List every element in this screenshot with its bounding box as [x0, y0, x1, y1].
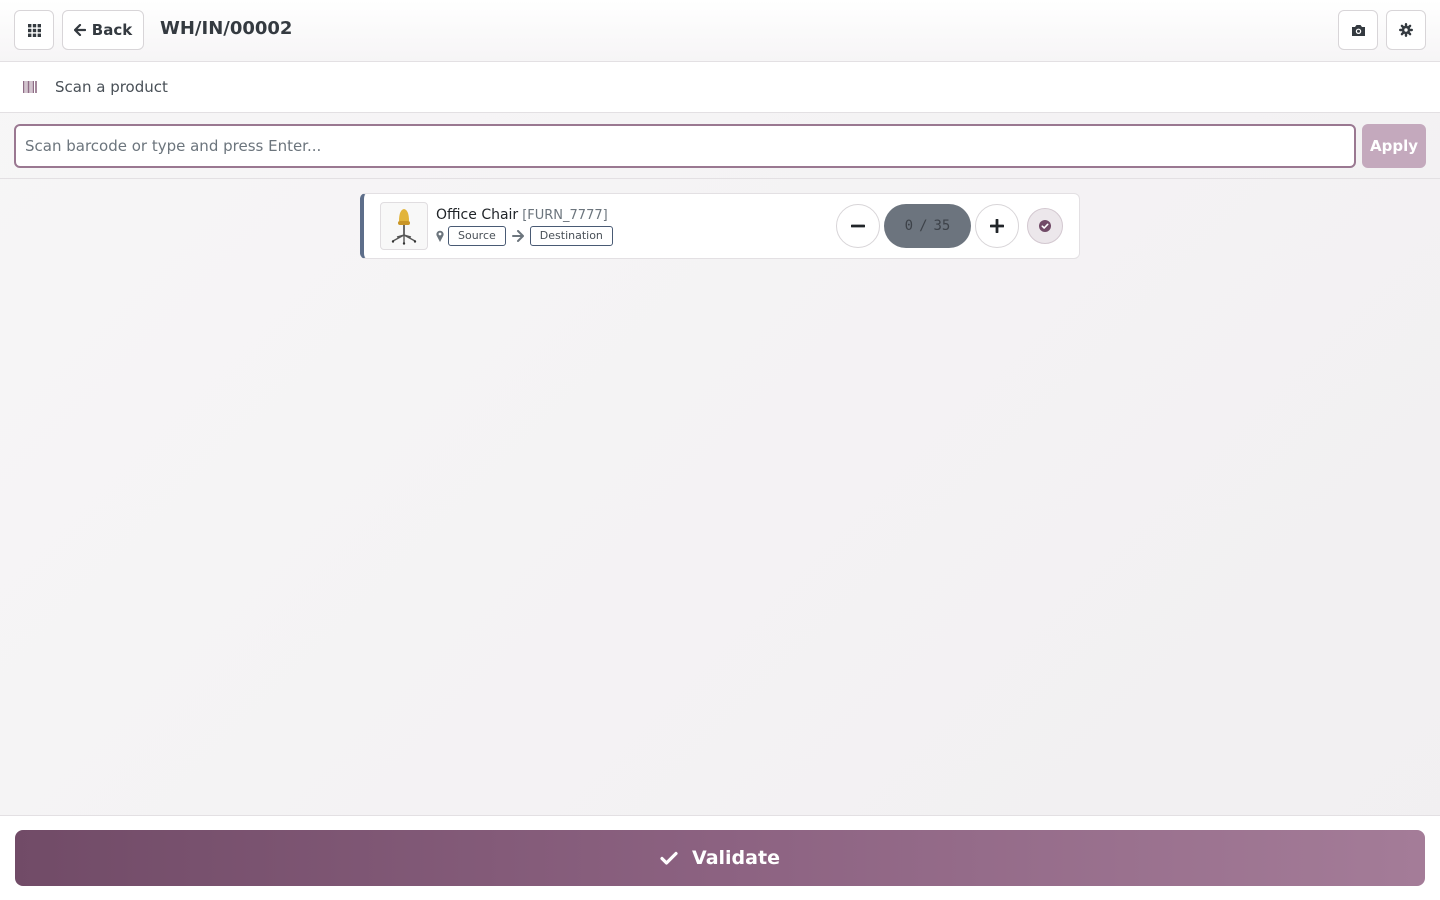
quantity-done: 0: [904, 218, 914, 234]
plus-icon: [990, 219, 1004, 233]
scan-bar: Apply: [0, 113, 1440, 179]
destination-location-badge[interactable]: Destination: [529, 226, 613, 246]
checkmark-icon: [660, 851, 678, 865]
barcode-input[interactable]: [14, 124, 1356, 168]
decrease-quantity-button[interactable]: [836, 204, 880, 248]
page-title: WH/IN/00002: [160, 18, 293, 39]
quantity-separator: /: [919, 218, 928, 234]
apply-button[interactable]: Apply: [1362, 124, 1426, 168]
camera-icon: [1351, 24, 1365, 36]
validate-button[interactable]: Validate: [15, 830, 1425, 886]
quantity-display: 0 / 35: [884, 204, 971, 248]
check-circle-icon: [1039, 220, 1051, 232]
mark-done-button[interactable]: [1027, 208, 1063, 244]
increase-quantity-button[interactable]: [975, 204, 1019, 248]
grid-icon: [27, 23, 41, 37]
location-row: Source Destination: [436, 226, 613, 246]
product-name: Office Chair: [436, 207, 519, 223]
move-line-card[interactable]: Office Chair [FURN_7777] Source Destinati…: [360, 193, 1080, 259]
instruction-text: Scan a product: [55, 78, 168, 96]
arrow-left-icon: [73, 24, 86, 36]
instruction-bar: Scan a product: [0, 62, 1440, 113]
back-label: Back: [91, 21, 133, 39]
product-code: [FURN_7777]: [522, 208, 608, 223]
minus-icon: [851, 224, 865, 228]
arrow-right-icon: [511, 230, 524, 242]
camera-button[interactable]: [1338, 10, 1378, 50]
validate-label: Validate: [692, 847, 780, 869]
gear-icon: [1399, 23, 1413, 37]
apps-menu-button[interactable]: [14, 10, 54, 50]
settings-button[interactable]: [1386, 10, 1426, 50]
back-button[interactable]: Back: [62, 10, 144, 50]
product-name-line: Office Chair [FURN_7777]: [436, 207, 608, 223]
top-bar: Back WH/IN/00002: [0, 0, 1440, 62]
quantity-demand: 35: [933, 218, 951, 234]
office-chair-image: [391, 209, 417, 245]
product-image: [380, 202, 428, 250]
source-location-badge[interactable]: Source: [448, 226, 506, 246]
map-pin-icon: [436, 230, 444, 242]
footer-bar: Validate: [0, 815, 1440, 900]
barcode-icon: [23, 81, 37, 93]
